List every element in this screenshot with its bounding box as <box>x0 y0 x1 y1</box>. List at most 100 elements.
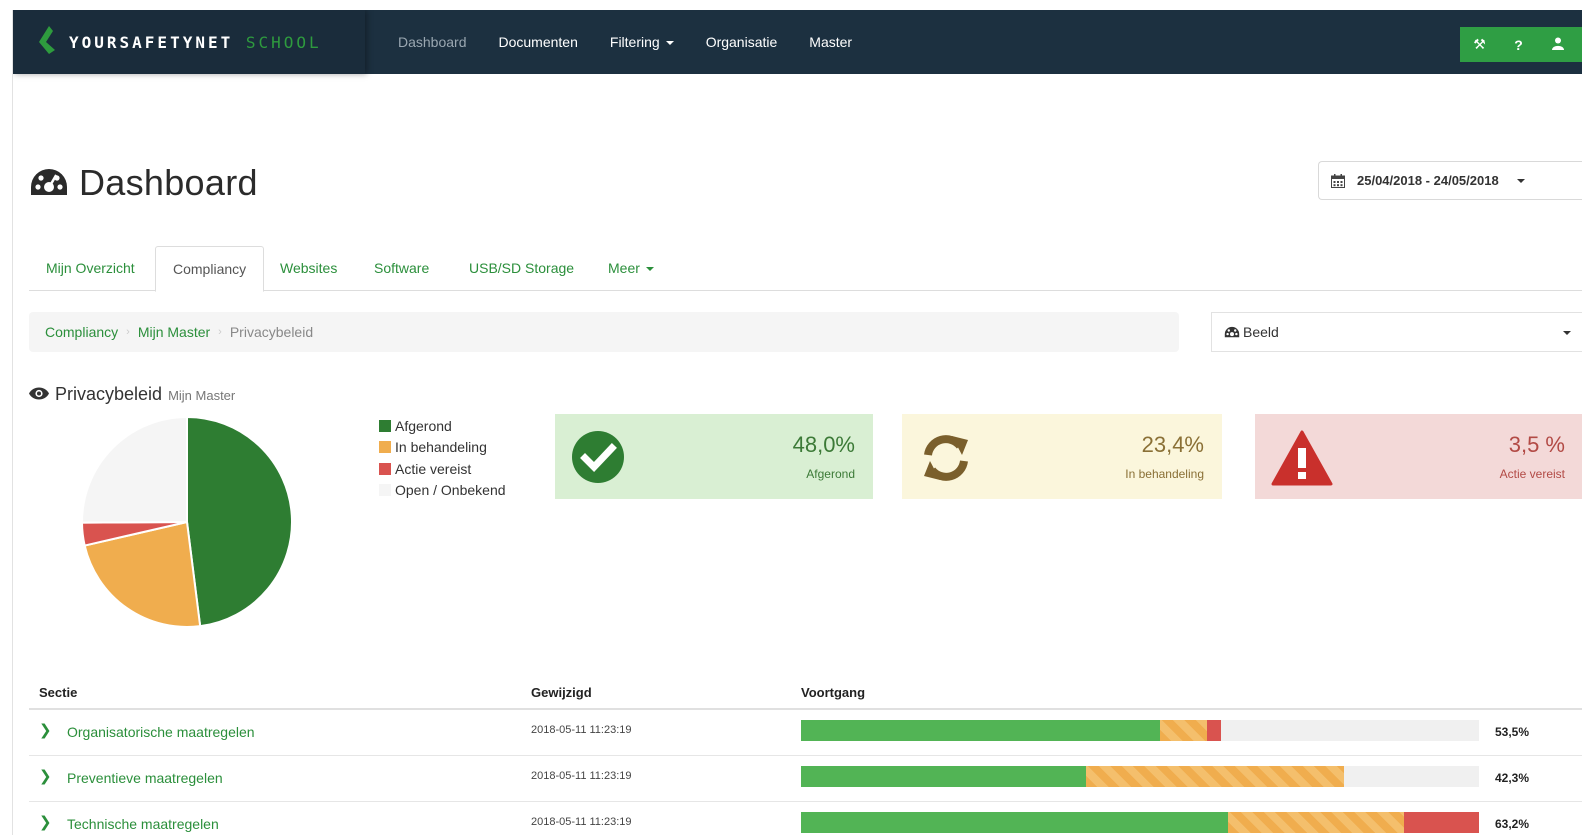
tab-meer-label: Meer <box>608 260 640 276</box>
sections-table: Sectie Gewijzigd Voortgang ❯ Organisatori… <box>29 675 1582 835</box>
caret-down-icon <box>665 41 674 46</box>
nav-filtering[interactable]: Filtering <box>610 34 674 50</box>
legend-swatch <box>379 419 391 432</box>
brand[interactable]: YOURSAFETYNET SCHOOL <box>13 10 365 74</box>
top-navbar: YOURSAFETYNET SCHOOL Dashboard Documente… <box>13 10 1582 74</box>
app-frame: YOURSAFETYNET SCHOOL Dashboard Documente… <box>12 10 1582 835</box>
progress-bar <box>801 720 1479 741</box>
breadcrumb-compliancy[interactable]: Compliancy <box>45 324 118 340</box>
user-icon-glyph <box>1551 37 1564 50</box>
progress-segment-afgerond <box>801 812 1228 833</box>
pie-slice-open-onbekend[interactable] <box>81 415 188 524</box>
modified-date: 2018-05-11 11:23:19 <box>531 770 632 782</box>
progress-percent: 63,2% <box>1495 817 1530 831</box>
stat-value: 48,0% <box>792 432 855 457</box>
legend-item-afgerond: Afgerond <box>379 415 506 437</box>
wrench-icon[interactable]: ⚒ <box>1468 36 1492 53</box>
brand-name-main: YOURSAFETYNET <box>69 33 234 52</box>
section-link[interactable]: Preventieve maatregelen <box>67 770 223 786</box>
page-title: Dashboard <box>29 162 258 204</box>
legend-label: Actie vereist <box>395 460 472 477</box>
eye-icon <box>29 387 49 400</box>
warning-triangle-icon <box>1271 430 1333 486</box>
caret-down-icon <box>1563 331 1571 335</box>
legend-label: In behandeling <box>395 439 487 456</box>
table-row[interactable]: ❯ Preventieve maatregelen 2018-05-11 11:23… <box>29 756 1582 802</box>
view-select[interactable]: Beeld <box>1211 312 1582 352</box>
help-icon[interactable]: ? <box>1507 37 1531 53</box>
section-link[interactable]: Technische maatregelen <box>67 816 219 832</box>
breadcrumb-separator: › <box>126 326 130 338</box>
progress-segment-in-behandeling <box>1086 766 1344 787</box>
date-range-value: 25/04/2018 - 24/05/2018 <box>1357 173 1499 188</box>
pie-slice-afgerond[interactable] <box>186 415 293 628</box>
modified-date: 2018-05-11 11:23:19 <box>531 724 632 736</box>
dashboard-tabs: Mijn Overzicht Compliancy Websites Softw… <box>29 246 1582 292</box>
calendar-icon <box>1331 173 1345 188</box>
check-circle-icon <box>572 431 624 483</box>
stat-label: In behandeling <box>1125 467 1204 481</box>
legend-swatch <box>379 441 391 454</box>
stat-actie-vereist: 3,5 % Actie vereist <box>1255 414 1582 499</box>
legend-label: Open / Onbekend <box>395 482 506 499</box>
table-header: Sectie Gewijzigd Voortgang <box>29 675 1582 710</box>
user-icon[interactable] <box>1546 37 1570 53</box>
dashboard-gauge-icon <box>31 169 67 195</box>
date-range-picker[interactable]: 25/04/2018 - 24/05/2018 <box>1318 161 1582 200</box>
tab-software[interactable]: Software <box>357 246 446 291</box>
progress-segment-in-behandeling <box>1160 720 1207 741</box>
pie-legend: Afgerond In behandeling Actie vereist Op… <box>379 415 506 501</box>
col-header-voortgang[interactable]: Voortgang <box>801 685 865 700</box>
nav-documenten[interactable]: Documenten <box>499 34 578 50</box>
stat-in-behandeling: 23,4% In behandeling <box>902 414 1222 499</box>
col-header-gewijzigd[interactable]: Gewijzigd <box>531 685 592 700</box>
section-subtitle: Mijn Master <box>168 388 236 403</box>
legend-swatch <box>379 484 391 497</box>
section-heading: Privacybeleid Mijn Master <box>29 384 235 405</box>
breadcrumb-mijn-master[interactable]: Mijn Master <box>138 324 210 340</box>
progress-segment-afgerond <box>801 720 1160 741</box>
stat-label: Afgerond <box>806 467 855 481</box>
legend-label: Afgerond <box>395 417 452 434</box>
progress-segment-afgerond <box>801 766 1086 787</box>
progress-segment-in-behandeling <box>1228 812 1404 833</box>
nav-actions: ⚒ ? <box>1460 27 1582 62</box>
dashboard-gauge-icon <box>1224 326 1240 337</box>
brand-name: YOURSAFETYNET SCHOOL <box>69 33 322 52</box>
breadcrumb-current: Privacybeleid <box>229 324 314 340</box>
stat-value: 3,5 % <box>1508 432 1565 457</box>
section-link[interactable]: Organisatorische maatregelen <box>67 724 255 740</box>
modified-date: 2018-05-11 11:23:19 <box>531 816 632 828</box>
progress-bar <box>801 766 1479 787</box>
refresh-icon <box>924 435 968 481</box>
progress-segment-actie-vereist <box>1404 812 1479 833</box>
chevron-right-icon[interactable]: ❯ <box>39 813 52 831</box>
nav-master[interactable]: Master <box>809 34 852 50</box>
tab-meer[interactable]: Meer <box>591 246 671 291</box>
breadcrumb: Compliancy › Mijn Master › Privacybeleid <box>29 312 1179 352</box>
tab-compliancy[interactable]: Compliancy <box>155 246 265 292</box>
tab-mijn-overzicht[interactable]: Mijn Overzicht <box>29 246 152 291</box>
chevron-right-icon[interactable]: ❯ <box>39 721 52 739</box>
caret-down-icon <box>1516 178 1525 183</box>
legend-item-actie-vereist: Actie vereist <box>379 458 506 480</box>
tab-usb-sd-storage[interactable]: USB/SD Storage <box>452 246 591 291</box>
table-row[interactable]: ❯ Technische maatregelen 2018-05-11 11:23:… <box>29 802 1582 835</box>
legend-item-open-onbekend: Open / Onbekend <box>379 480 506 502</box>
breadcrumb-separator: › <box>218 326 222 338</box>
col-header-sectie[interactable]: Sectie <box>39 685 77 700</box>
page-title-text: Dashboard <box>79 162 258 203</box>
progress-percent: 42,3% <box>1495 771 1530 785</box>
progress-bar <box>801 812 1479 833</box>
status-pie-chart <box>80 415 293 628</box>
view-select-label: Beeld <box>1243 324 1279 340</box>
table-body: ❯ Organisatorische maatregelen 2018-05-11 … <box>29 710 1582 835</box>
progress-segment-actie-vereist <box>1207 720 1221 741</box>
nav-dashboard[interactable]: Dashboard <box>398 34 467 50</box>
chevron-right-icon[interactable]: ❯ <box>39 767 52 785</box>
caret-down-icon <box>645 267 654 272</box>
tab-websites[interactable]: Websites <box>263 246 354 291</box>
table-row[interactable]: ❯ Organisatorische maatregelen 2018-05-11 … <box>29 710 1582 756</box>
stat-afgerond: 48,0% Afgerond <box>555 414 873 499</box>
nav-organisatie[interactable]: Organisatie <box>706 34 778 50</box>
